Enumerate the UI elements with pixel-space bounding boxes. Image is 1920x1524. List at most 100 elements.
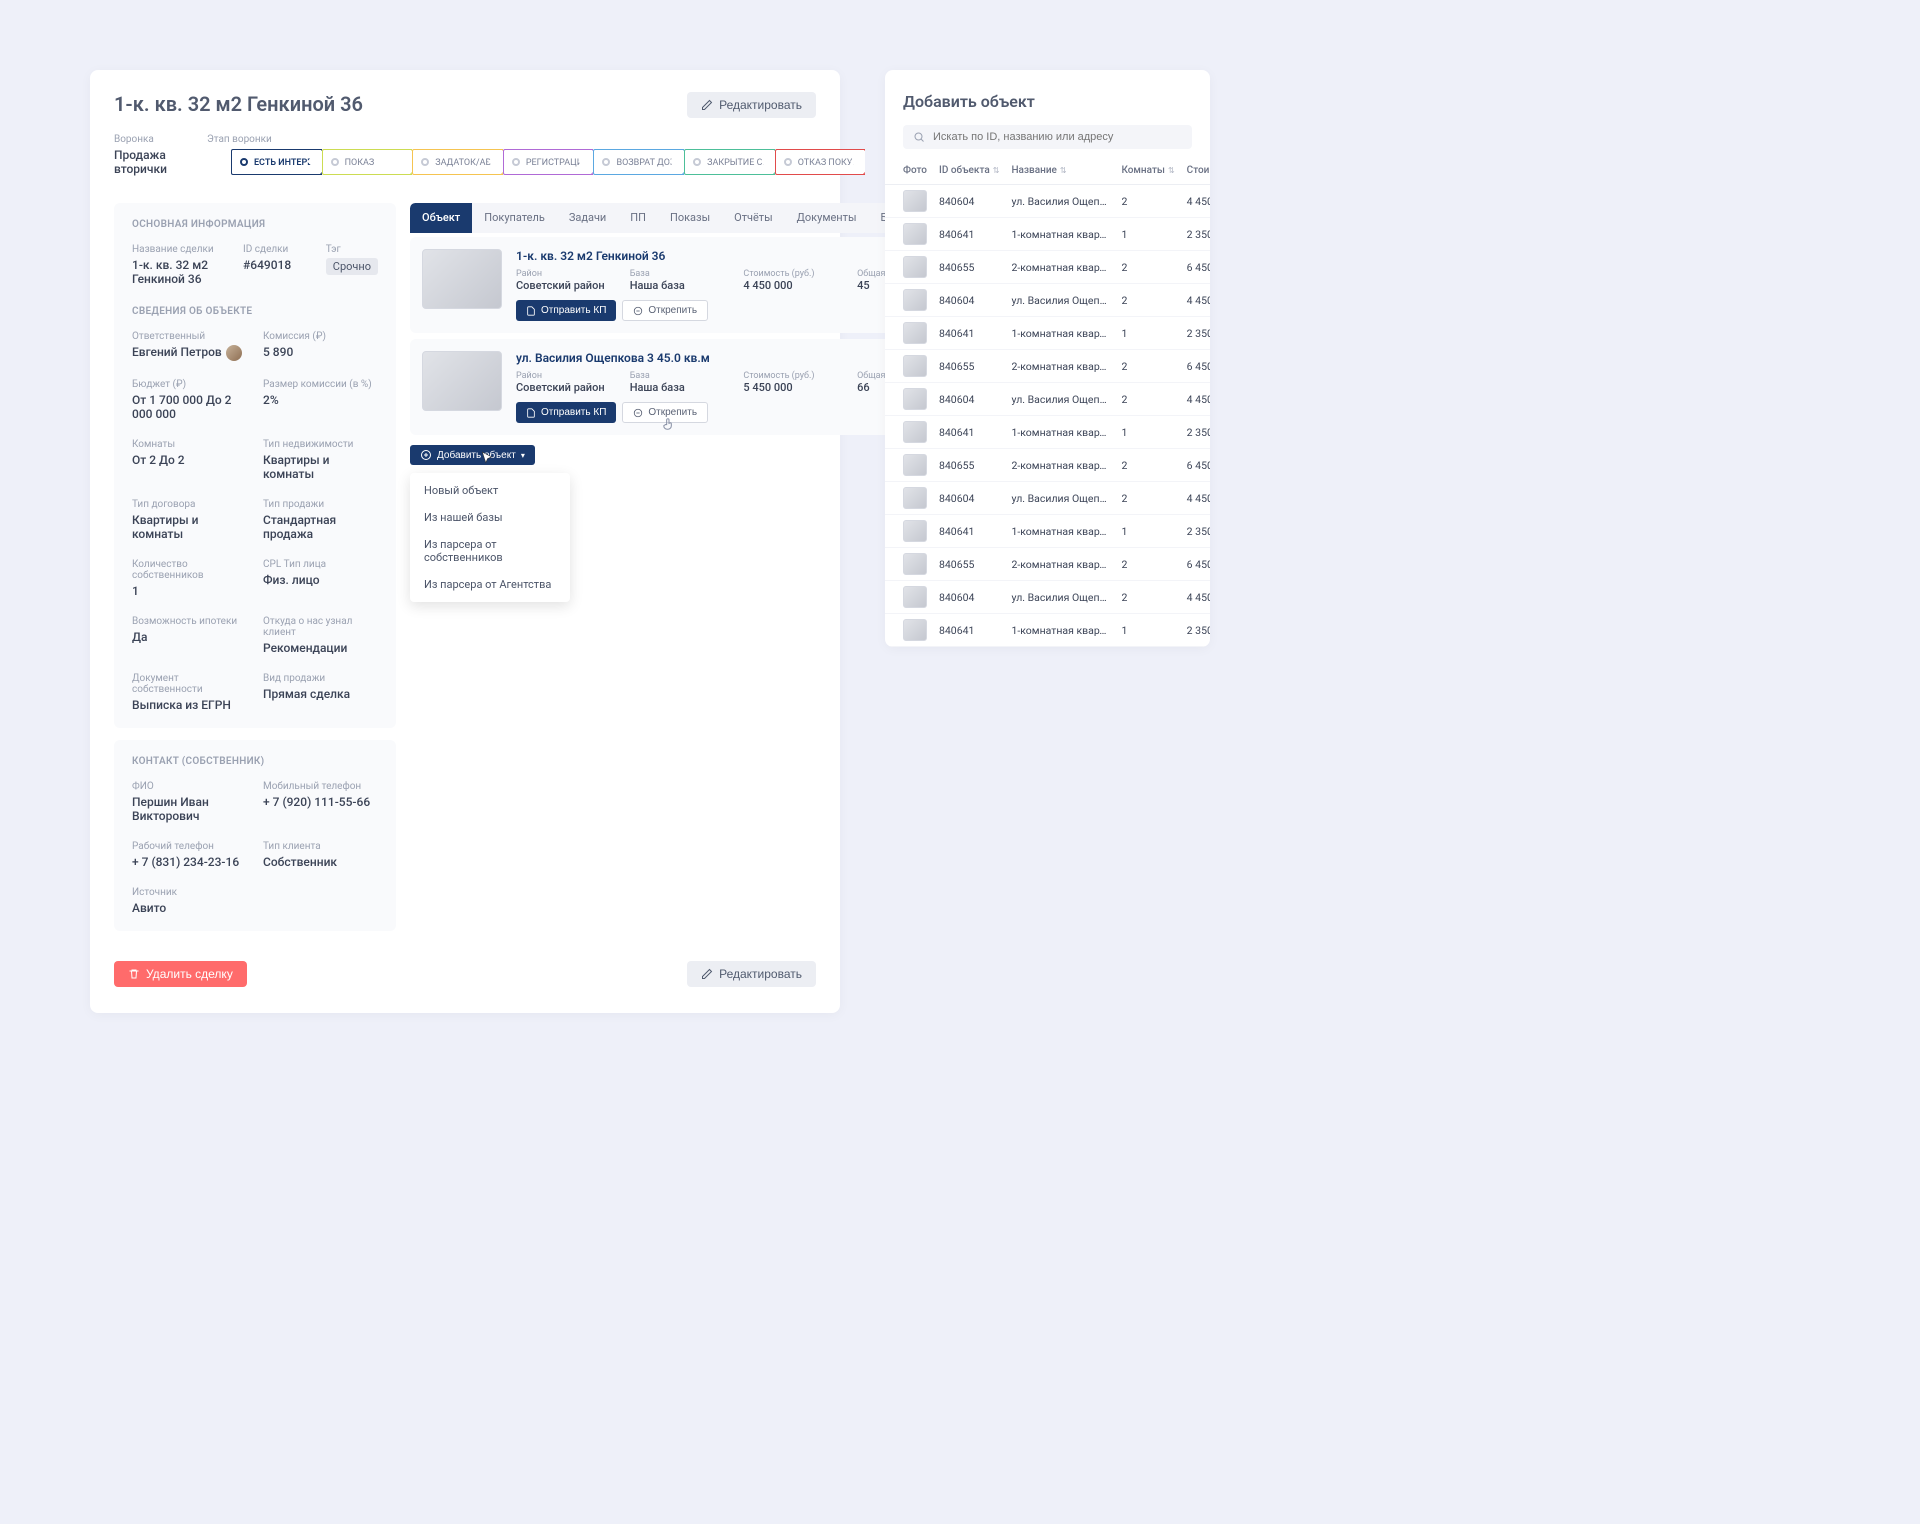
delete-deal-button[interactable]: Удалить сделку <box>114 961 247 987</box>
radio-icon <box>512 158 520 166</box>
row-thumb <box>903 487 927 509</box>
radio-icon <box>602 158 610 166</box>
send-kp-button[interactable]: Отправить КП <box>516 300 616 321</box>
row-rooms: 2 <box>1115 185 1180 218</box>
stage-1[interactable]: ПОКАЗ <box>322 149 413 175</box>
sort-icon: ⇅ <box>1168 166 1175 175</box>
row-thumb <box>903 619 927 641</box>
row-name: 1-комнатная квартира <box>1005 416 1115 449</box>
search-icon <box>913 131 925 143</box>
add-object-panel: Добавить объект ФотоID объекта⇅Название⇅… <box>885 70 1210 647</box>
page-title: 1-к. кв. 32 м2 Генкиной 36 <box>114 92 363 116</box>
info-field: КомнатыОт 2 До 2 <box>132 439 247 481</box>
row-id: 840641 <box>933 218 1005 251</box>
search-input[interactable] <box>933 131 1182 143</box>
table-row[interactable]: 840641 1-комнатная квартира 1 2 350 000 <box>885 317 1210 350</box>
stage-3[interactable]: РЕГИСТРАЦИЯ… <box>503 149 594 175</box>
dropdown-item[interactable]: Новый объект <box>410 477 570 504</box>
row-price: 4 450 000 <box>1181 185 1210 218</box>
table-row[interactable]: 840604 ул. Василия Ощепкова 3 45.0 кв.м … <box>885 284 1210 317</box>
search-box[interactable] <box>903 125 1192 149</box>
tab-объект[interactable]: Объект <box>410 203 472 233</box>
row-name: ул. Василия Ощепкова 3 45.0 кв.м <box>1005 383 1115 416</box>
row-rooms: 2 <box>1115 350 1180 383</box>
tab-пп[interactable]: ПП <box>618 203 658 233</box>
column-header[interactable]: Фото <box>885 159 933 185</box>
hand-cursor-icon <box>662 417 676 431</box>
document-icon <box>526 408 536 418</box>
column-header[interactable]: Комнаты⇅ <box>1115 159 1180 185</box>
column-header[interactable]: Название⇅ <box>1005 159 1115 185</box>
row-rooms: 2 <box>1115 383 1180 416</box>
chevron-down-icon: ▾ <box>521 451 525 460</box>
tab-документы[interactable]: Документы <box>785 203 869 233</box>
table-row[interactable]: 840655 2-комнатная квартира 33 2 6 450 0… <box>885 251 1210 284</box>
stage-label: Этап воронки <box>207 134 889 145</box>
info-field: Количество собственников1 <box>132 559 247 598</box>
unpin-button[interactable]: Открепить <box>622 300 708 321</box>
add-object-dropdown: Новый объектИз нашей базыИз парсера от с… <box>410 473 570 602</box>
table-row[interactable]: 840641 1-комнатная квартира 1 2 350 000 <box>885 515 1210 548</box>
info-field: Возможность ипотекиДа <box>132 616 247 655</box>
stage-2[interactable]: ЗАДАТОК/АВА… <box>412 149 503 175</box>
stage-0[interactable]: ЕСТЬ ИНТЕРЕС <box>231 149 322 175</box>
row-name: 1-комнатная квартира <box>1005 218 1115 251</box>
deal-name-field: Название сделки 1-к. кв. 32 м2 Генкиной … <box>132 244 231 286</box>
table-row[interactable]: 840604 ул. Василия Ощепкова 3 45.0 кв.м … <box>885 383 1210 416</box>
info-field: Откуда о нас узнал клиентРекомендации <box>263 616 378 655</box>
tab-покупатель[interactable]: Покупатель <box>472 203 557 233</box>
row-rooms: 1 <box>1115 416 1180 449</box>
pencil-icon <box>701 968 713 980</box>
sort-icon: ⇅ <box>1060 166 1067 175</box>
row-id: 840604 <box>933 482 1005 515</box>
stage-5[interactable]: ЗАКРЫТИЕ СДЕ… <box>684 149 775 175</box>
info-field: CPL Тип лицаФиз. лицо <box>263 559 378 598</box>
row-price: 4 450 000 <box>1181 482 1210 515</box>
dropdown-item[interactable]: Из парсера от собственников <box>410 531 570 571</box>
row-price: 4 450 000 <box>1181 284 1210 317</box>
table-row[interactable]: 840655 2-комнатная квартира 33 2 6 450 0… <box>885 350 1210 383</box>
trash-icon <box>128 968 140 980</box>
row-rooms: 2 <box>1115 482 1180 515</box>
tab-отчёты[interactable]: Отчёты <box>722 203 784 233</box>
row-thumb <box>903 355 927 377</box>
row-thumb <box>903 553 927 575</box>
row-price: 2 350 000 <box>1181 317 1210 350</box>
objects-table: ФотоID объекта⇅Название⇅Комнаты⇅Стоимост… <box>885 159 1210 647</box>
stage-4[interactable]: ВОЗВРАТ ДОКУ… <box>593 149 684 175</box>
contact-field: ИсточникАвито <box>132 887 247 915</box>
tag-field: Тэг Срочно <box>326 244 378 286</box>
column-header[interactable]: Стоимость⇅ <box>1181 159 1210 185</box>
stage-6[interactable]: ОТКАЗ ПОКУПА… <box>775 149 866 175</box>
send-kp-button[interactable]: Отправить КП <box>516 402 616 423</box>
row-name: ул. Василия Ощепкова 3 45.0 кв.м <box>1005 482 1115 515</box>
table-row[interactable]: 840604 ул. Василия Ощепкова 3 45.0 кв.м … <box>885 581 1210 614</box>
row-thumb <box>903 223 927 245</box>
row-id: 840641 <box>933 515 1005 548</box>
row-id: 840655 <box>933 350 1005 383</box>
table-row[interactable]: 840655 2-комнатная квартира 33 2 6 450 0… <box>885 449 1210 482</box>
edit-button[interactable]: Редактировать <box>687 92 816 118</box>
table-row[interactable]: 840641 1-комнатная квартира 1 2 350 000 <box>885 218 1210 251</box>
table-row[interactable]: 840641 1-комнатная квартира 1 2 350 000 <box>885 614 1210 647</box>
table-row[interactable]: 840604 ул. Василия Ощепкова 3 45.0 кв.м … <box>885 482 1210 515</box>
table-row[interactable]: 840641 1-комнатная квартира 1 2 350 000 <box>885 416 1210 449</box>
table-row[interactable]: 840655 2-комнатная квартира 33 2 6 450 0… <box>885 548 1210 581</box>
radio-icon <box>693 158 701 166</box>
column-header[interactable]: ID объекта⇅ <box>933 159 1005 185</box>
row-rooms: 2 <box>1115 251 1180 284</box>
table-row[interactable]: 840604 ул. Василия Ощепкова 3 45.0 кв.м … <box>885 185 1210 218</box>
cursor-icon <box>480 451 494 465</box>
tab-задачи[interactable]: Задачи <box>557 203 618 233</box>
tag-badge: Срочно <box>326 258 378 275</box>
info-field: Вид продажиПрямая сделка <box>263 673 378 712</box>
row-id: 840655 <box>933 251 1005 284</box>
dropdown-item[interactable]: Из нашей базы <box>410 504 570 531</box>
dropdown-item[interactable]: Из парсера от Агентства <box>410 571 570 598</box>
info-field: Документ собственностиВыписка из ЕГРН <box>132 673 247 712</box>
main-info-panel: ОСНОВНАЯ ИНФОРМАЦИЯ Название сделки 1-к.… <box>114 203 396 728</box>
add-object-button[interactable]: Добавить объект ▾ <box>410 445 535 465</box>
row-thumb <box>903 388 927 410</box>
edit-button-bottom[interactable]: Редактировать <box>687 961 816 987</box>
tab-показы[interactable]: Показы <box>658 203 722 233</box>
